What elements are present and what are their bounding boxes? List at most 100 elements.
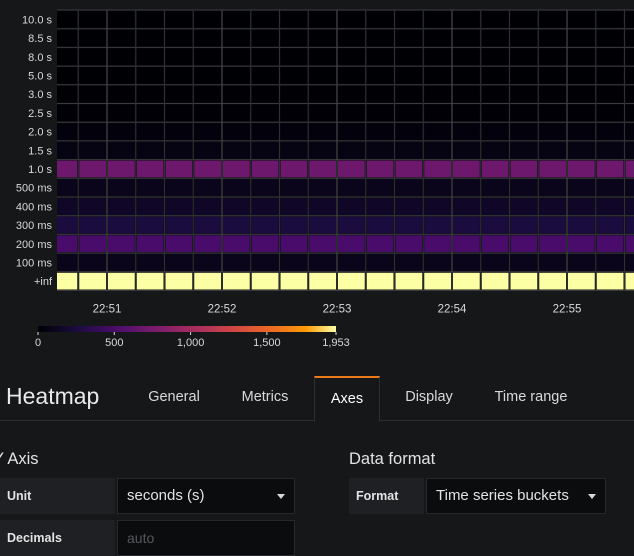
tab-metrics[interactable]: Metrics xyxy=(228,376,302,420)
format-select[interactable]: Time series buckets xyxy=(426,478,606,514)
heatmap-cell xyxy=(108,86,135,103)
heatmap-cell xyxy=(453,86,480,103)
heatmap-cell xyxy=(57,86,77,103)
heatmap-cell xyxy=(194,48,221,65)
heatmap-cell xyxy=(367,217,394,234)
tab-general[interactable]: General xyxy=(135,376,213,420)
y-tick-label: 500 ms xyxy=(16,183,53,195)
heatmap-cell xyxy=(194,123,221,140)
heatmap-cell xyxy=(108,217,135,234)
tab-time-range[interactable]: Time range xyxy=(482,376,580,420)
heatmap-cell xyxy=(309,105,336,122)
heatmap-cell xyxy=(223,123,250,140)
heatmap-cell xyxy=(453,198,480,215)
heatmap-cell xyxy=(309,273,336,290)
heatmap-cell xyxy=(338,273,365,290)
heatmap-cell xyxy=(252,11,279,28)
heatmap-cell xyxy=(597,67,624,84)
decimals-input[interactable] xyxy=(117,520,295,556)
heatmap-cell xyxy=(309,123,336,140)
heatmap-cell xyxy=(57,198,77,215)
x-tick-label: 22:51 xyxy=(93,304,122,316)
heatmap-cell xyxy=(252,105,279,122)
heatmap-cell xyxy=(396,67,423,84)
heatmap-cell xyxy=(626,123,634,140)
heatmap-cell xyxy=(424,123,451,140)
y-tick-label: 1.5 s xyxy=(28,145,52,157)
heatmap-cell xyxy=(568,30,595,47)
heatmap-cell xyxy=(539,179,566,196)
heatmap-cell xyxy=(281,217,308,234)
heatmap-cell xyxy=(79,254,106,271)
heatmap-cell xyxy=(539,198,566,215)
heatmap-cell xyxy=(338,254,365,271)
heatmap-cell xyxy=(626,142,634,159)
heatmap-cell xyxy=(511,11,538,28)
heatmap-cell xyxy=(626,235,634,252)
heatmap-cell xyxy=(511,273,538,290)
heatmap-cell xyxy=(223,11,250,28)
heatmap-cell xyxy=(367,11,394,28)
heatmap-cell xyxy=(626,254,634,271)
heatmap-cell xyxy=(597,11,624,28)
heatmap-cell xyxy=(166,254,193,271)
x-tick-label: 22:54 xyxy=(438,304,467,316)
heatmap-cell xyxy=(223,67,250,84)
heatmap-cell xyxy=(626,273,634,290)
heatmap-cell xyxy=(568,67,595,84)
unit-select[interactable]: seconds (s) xyxy=(117,478,295,514)
heatmap-cell xyxy=(338,142,365,159)
heatmap-cell xyxy=(57,142,77,159)
heatmap-cell xyxy=(396,11,423,28)
heatmap-cell xyxy=(453,254,480,271)
heatmap-cell xyxy=(137,179,164,196)
heatmap-cell xyxy=(626,48,634,65)
heatmap-cell xyxy=(338,11,365,28)
y-tick-label: 200 ms xyxy=(16,239,53,251)
heatmap-cell xyxy=(108,67,135,84)
heatmap-cell xyxy=(539,123,566,140)
heatmap-cell xyxy=(453,11,480,28)
heatmap-cell xyxy=(252,179,279,196)
legend-tick-label: 1,000 xyxy=(177,337,205,349)
heatmap-cell xyxy=(539,217,566,234)
tab-axes[interactable]: Axes xyxy=(314,376,380,422)
heatmap-cell xyxy=(281,254,308,271)
heatmap-cell xyxy=(166,161,193,178)
heatmap-cell xyxy=(511,86,538,103)
heatmap-cell xyxy=(511,48,538,65)
heatmap-cell xyxy=(108,235,135,252)
heatmap-cell xyxy=(223,273,250,290)
heatmap-cell xyxy=(453,235,480,252)
chevron-down-icon xyxy=(588,494,596,499)
heatmap-cell xyxy=(194,161,221,178)
heatmap-cell xyxy=(309,235,336,252)
legend-tick-label: 1,953 xyxy=(322,337,350,349)
heatmap-cell xyxy=(223,198,250,215)
heatmap-cell xyxy=(367,198,394,215)
heatmap-cell xyxy=(79,11,106,28)
heatmap-cell xyxy=(511,30,538,47)
heatmap-cell xyxy=(281,273,308,290)
heatmap-cell xyxy=(166,86,193,103)
heatmap-cell xyxy=(482,273,509,290)
heatmap-cell xyxy=(57,105,77,122)
y-tick-label: 2.0 s xyxy=(28,127,52,139)
heatmap-cell xyxy=(539,254,566,271)
heatmap-cell xyxy=(597,235,624,252)
heatmap-cell xyxy=(79,123,106,140)
heatmap-cell xyxy=(79,105,106,122)
unit-label: Unit xyxy=(0,478,115,514)
heatmap-cell xyxy=(57,254,77,271)
heatmap-cell xyxy=(424,217,451,234)
heatmap-cell xyxy=(108,161,135,178)
heatmap-cell xyxy=(281,48,308,65)
heatmap-cell xyxy=(482,30,509,47)
tab-display[interactable]: Display xyxy=(393,376,465,420)
heatmap-cell xyxy=(252,30,279,47)
heatmap-cell xyxy=(281,67,308,84)
heatmap-cell xyxy=(568,86,595,103)
heatmap-cell xyxy=(223,48,250,65)
heatmap-cell xyxy=(108,48,135,65)
heatmap-cell xyxy=(166,105,193,122)
